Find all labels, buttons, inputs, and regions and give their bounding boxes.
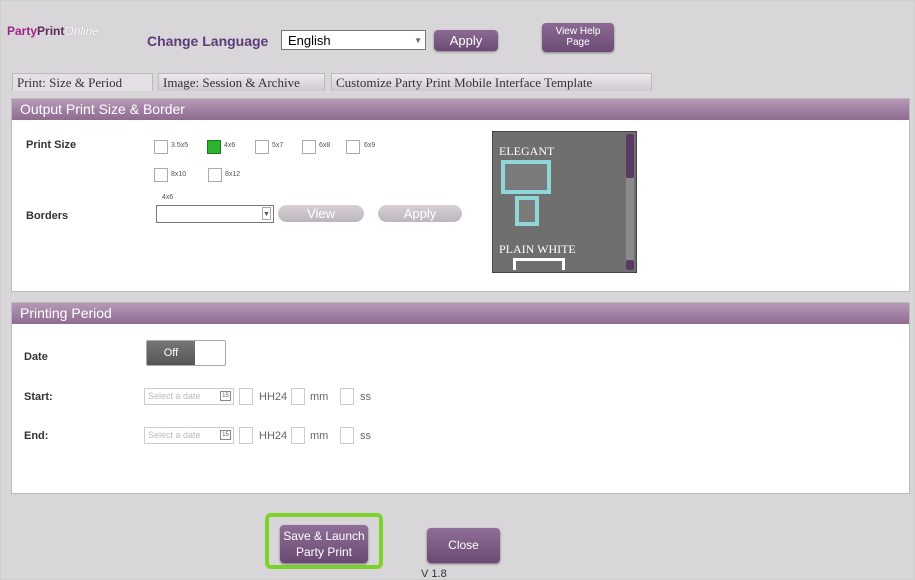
output-print-size-panel: Output Print Size & Border Print Size 3.… <box>11 98 910 292</box>
end-second-input[interactable] <box>340 427 354 444</box>
size-label: 6x9 <box>364 142 376 149</box>
size-checkbox-5x7[interactable] <box>255 140 269 154</box>
elegant-label: ELEGANT <box>499 144 555 158</box>
size-label: 3.5x5 <box>171 142 189 149</box>
calendar-icon[interactable]: 15 <box>220 391 231 401</box>
borders-size-label: 4x6 <box>162 194 174 201</box>
printing-period-header: Printing Period <box>12 303 909 324</box>
size-checkbox-4x6[interactable] <box>207 140 221 154</box>
toggle-off-label: Off <box>147 341 195 365</box>
elegant-border-thumbnail-portrait[interactable] <box>515 196 539 226</box>
size-checkbox-3-5x5[interactable] <box>154 140 168 154</box>
size-label: 6x8 <box>319 142 331 149</box>
printing-period-panel: Printing Period Date Off Start: Select a… <box>11 302 910 494</box>
end-minute-input[interactable] <box>291 427 305 444</box>
calendar-icon[interactable]: 15 <box>220 430 231 440</box>
preview-scroll-thumb[interactable] <box>626 134 634 178</box>
end-hour-unit: HH24 <box>259 430 288 442</box>
size-checkbox-8x12[interactable] <box>208 168 222 182</box>
close-button[interactable]: Close <box>427 528 500 563</box>
start-hour-input[interactable] <box>239 388 253 405</box>
chevron-down-icon: ▼ <box>262 207 271 220</box>
language-value: English <box>288 33 331 48</box>
date-label: Date <box>24 351 48 363</box>
size-label: 5x7 <box>272 142 284 149</box>
border-preview-list[interactable]: ELEGANT PLAIN WHITE <box>492 131 637 273</box>
start-second-input[interactable] <box>340 388 354 405</box>
elegant-border-thumbnail[interactable] <box>501 160 551 194</box>
end-minute-unit: mm <box>310 430 329 442</box>
date-toggle[interactable]: Off <box>146 340 226 366</box>
start-label: Start: <box>24 391 53 403</box>
end-label: End: <box>24 430 49 442</box>
size-checkbox-6x8[interactable] <box>302 140 316 154</box>
start-date-input[interactable]: Select a date 15 <box>144 388 234 405</box>
version-label: V 1.8 <box>421 568 447 580</box>
tab-image-session-archive[interactable]: Image: Session & Archive <box>158 73 325 91</box>
end-second-unit: ss <box>360 430 371 442</box>
apply-language-button[interactable]: Apply <box>434 30 498 51</box>
plain-white-label: PLAIN WHITE <box>499 242 576 256</box>
apply-border-button[interactable]: Apply <box>378 205 462 222</box>
size-label: 8x10 <box>171 171 187 178</box>
tab-customize-template[interactable]: Customize Party Print Mobile Interface T… <box>331 73 652 91</box>
end-hour-input[interactable] <box>239 427 253 444</box>
start-minute-input[interactable] <box>291 388 305 405</box>
borders-select[interactable]: ▼ <box>156 205 274 223</box>
preview-scroll-arrow[interactable] <box>626 260 634 270</box>
output-panel-header: Output Print Size & Border <box>12 99 909 120</box>
plain-white-thumbnail[interactable] <box>513 258 565 270</box>
size-label: 8x12 <box>225 171 241 178</box>
start-hour-unit: HH24 <box>259 391 288 403</box>
view-border-button[interactable]: View <box>278 205 364 222</box>
language-select[interactable]: English ▼ <box>281 30 426 50</box>
change-language-label: Change Language <box>147 33 269 49</box>
borders-label: Borders <box>26 210 69 222</box>
size-checkbox-6x9[interactable] <box>346 140 360 154</box>
tab-print-size-period[interactable]: Print: Size & Period <box>12 73 153 91</box>
view-help-page-button[interactable]: View Help Page <box>542 23 614 52</box>
app-window: PartyPrintOnline Change Language English… <box>0 0 915 580</box>
end-date-input[interactable]: Select a date 15 <box>144 427 234 444</box>
print-size-label: Print Size <box>26 139 77 151</box>
app-logo: PartyPrintOnline <box>7 24 100 38</box>
start-second-unit: ss <box>360 391 371 403</box>
size-label: 4x6 <box>224 142 236 149</box>
start-minute-unit: mm <box>310 391 329 403</box>
save-launch-button[interactable]: Save & Launch Party Print <box>280 525 368 563</box>
chevron-down-icon: ▼ <box>414 36 422 45</box>
size-checkbox-8x10[interactable] <box>154 168 168 182</box>
